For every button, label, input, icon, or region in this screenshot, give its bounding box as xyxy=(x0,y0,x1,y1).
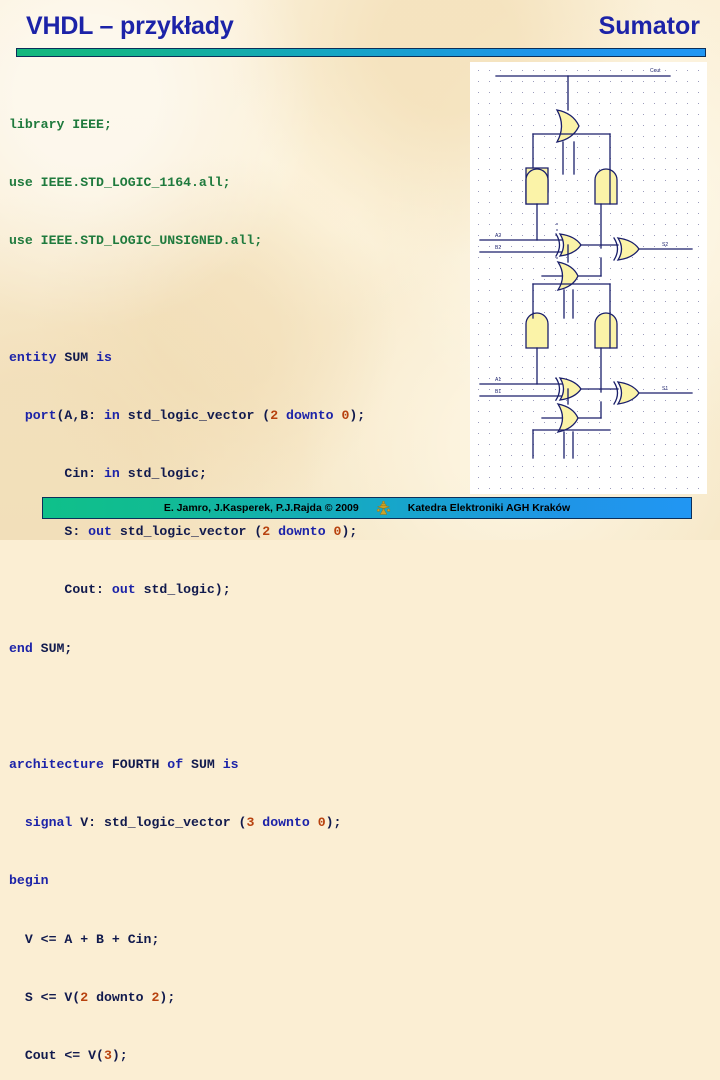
slide-canvas: VHDL – przykłady Sumator library IEEE; u… xyxy=(0,0,720,1063)
code-line: Cin: in std_logic; xyxy=(64,466,207,482)
title-divider-rule xyxy=(16,48,706,57)
adder-schematic-panel: Cout A2 B2 S2 A1 B1 S1 xyxy=(470,62,707,494)
slide-header: VHDL – przykłady Sumator xyxy=(0,0,720,50)
vhdl-code-block: library IEEE; use IEEE.STD_LOGIC_1164.al… xyxy=(9,76,469,1080)
code-line: entity SUM is xyxy=(9,349,112,365)
page-title: VHDL – przykłady xyxy=(26,12,234,40)
code-line: use IEEE.STD_LOGIC_1164.all; xyxy=(9,175,231,191)
svg-text:S1: S1 xyxy=(662,386,668,392)
code-line: use IEEE.STD_LOGIC_UNSIGNED.all; xyxy=(9,233,263,249)
svg-text:Cout: Cout xyxy=(650,68,661,74)
footer-affiliation: Katedra Elektroniki AGH Kraków xyxy=(407,502,571,514)
svg-text:B2: B2 xyxy=(495,245,501,251)
agh-crest-logo xyxy=(376,500,390,515)
code-line: library IEEE; xyxy=(9,116,112,132)
code-line: V <= A + B + Cin; xyxy=(24,931,160,947)
code-line: begin xyxy=(9,873,49,889)
adder-schematic-drawing: Cout A2 B2 S2 A1 B1 S1 xyxy=(479,68,693,459)
page-subtitle: Sumator xyxy=(598,12,700,40)
code-line: architecture FOURTH of SUM is xyxy=(9,757,239,773)
svg-text:A1: A1 xyxy=(495,377,501,383)
code-line: port(A,B: in std_logic_vector (2 downto … xyxy=(24,407,366,423)
code-line: S <= V(2 downto 2); xyxy=(24,989,176,1005)
code-line: S: out std_logic_vector (2 downto 0); xyxy=(64,524,358,540)
slide-footer: E. Jamro, J.Kasperek, P.J.Rajda © 2009 K… xyxy=(42,497,692,519)
svg-text:A2: A2 xyxy=(495,233,501,239)
footer-authors: E. Jamro, J.Kasperek, P.J.Rajda © 2009 xyxy=(163,502,359,514)
footer-content: E. Jamro, J.Kasperek, P.J.Rajda © 2009 K… xyxy=(164,500,570,517)
code-line: Cout <= V(3); xyxy=(24,1048,128,1064)
code-line: signal V: std_logic_vector (3 downto 0); xyxy=(24,815,342,831)
svg-text:S2: S2 xyxy=(662,242,668,248)
svg-text:B1: B1 xyxy=(495,389,501,395)
code-line: Cout: out std_logic); xyxy=(64,582,231,598)
code-line: end SUM; xyxy=(9,640,73,656)
